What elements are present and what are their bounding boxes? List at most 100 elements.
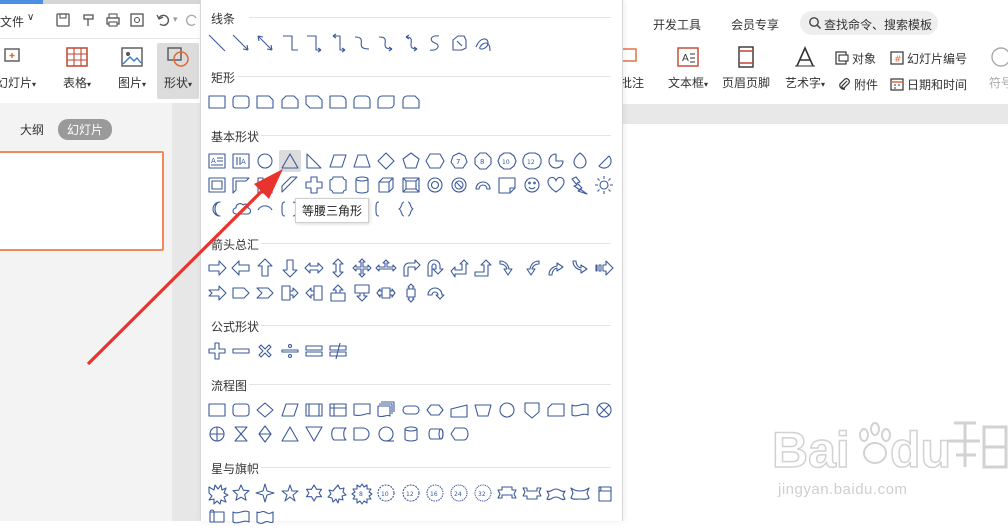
undo-dropdown-icon[interactable]: ▾	[173, 14, 178, 25]
shape-star6-icon[interactable]	[303, 482, 325, 504]
shape-star12-icon[interactable]: 12	[400, 482, 422, 504]
shape-extract-icon[interactable]	[279, 423, 301, 445]
shape-nosymbol-icon[interactable]	[448, 174, 470, 196]
shape-foldedcorner-icon[interactable]	[496, 174, 518, 196]
shape-pie-icon[interactable]	[545, 150, 567, 172]
shape-line-icon[interactable]	[206, 32, 228, 54]
shape-process-icon[interactable]	[206, 399, 228, 421]
chevron-down-icon[interactable]: ∨	[27, 12, 34, 23]
shape-snip1-icon[interactable]	[254, 91, 276, 113]
symbol-button[interactable]: 符号	[985, 46, 1008, 91]
slide-thumbnail[interactable]	[0, 151, 164, 251]
shape-curvedribbondown-icon[interactable]	[569, 482, 591, 504]
shape-round2-icon[interactable]	[351, 91, 373, 113]
shape-notequal-icon[interactable]	[327, 340, 349, 362]
shape-rcallout-icon[interactable]	[279, 282, 301, 304]
shape-frame-icon[interactable]	[206, 174, 228, 196]
shape-halfframe-icon[interactable]	[230, 174, 252, 196]
shape-plus-icon[interactable]	[206, 340, 228, 362]
shape-dblwave-icon[interactable]	[254, 506, 276, 528]
shape-star32-icon[interactable]: 32	[472, 482, 494, 504]
shape-preparation-icon[interactable]	[424, 399, 446, 421]
shape-hscroll-icon[interactable]	[206, 506, 228, 528]
shape-document-icon[interactable]	[351, 399, 373, 421]
shape-sun-icon[interactable]	[593, 174, 615, 196]
shape-bevel-icon[interactable]	[400, 174, 422, 196]
shape-bentup-icon[interactable]	[472, 257, 494, 279]
textbox-button[interactable]: A 文本框▾	[665, 46, 711, 91]
shape-elbowdbl-icon[interactable]	[327, 32, 349, 54]
shape-offpage-icon[interactable]	[521, 399, 543, 421]
shape-button[interactable]: 形状▾	[157, 43, 199, 99]
shape-scribble-icon[interactable]	[472, 32, 494, 54]
shape-star10-icon[interactable]: 10	[375, 482, 397, 504]
shape-sort-icon[interactable]	[254, 423, 276, 445]
file-menu[interactable]: 文件	[0, 13, 24, 30]
shape-scribbleshape-icon[interactable]	[448, 32, 470, 54]
shape-heart-icon[interactable]	[545, 174, 567, 196]
shape-udarrow-icon[interactable]	[327, 257, 349, 279]
shape-snip2-icon[interactable]	[279, 91, 301, 113]
shape-rrect-icon[interactable]	[230, 91, 252, 113]
shape-connector-icon[interactable]	[496, 399, 518, 421]
shape-quadarrow-icon[interactable]	[351, 257, 373, 279]
shape-ellipse-icon[interactable]	[254, 150, 276, 172]
save-icon[interactable]	[55, 12, 71, 28]
wordart-button[interactable]: 艺术字▾	[781, 46, 829, 91]
shape-elbow-icon[interactable]	[279, 32, 301, 54]
shape-seqaccess-icon[interactable]	[375, 423, 397, 445]
shape-freeform-icon[interactable]	[424, 32, 446, 54]
shape-ribbonup-icon[interactable]	[496, 482, 518, 504]
shape-heptagon-icon[interactable]: 7	[448, 150, 470, 172]
shape-lupturn-icon[interactable]	[448, 257, 470, 279]
shape-diamond-icon[interactable]	[375, 150, 397, 172]
shape-curvedr-icon[interactable]	[496, 257, 518, 279]
shape-cross-icon[interactable]	[303, 174, 325, 196]
print-preview-icon[interactable]	[129, 12, 145, 28]
shape-rightbrace-icon[interactable]	[400, 198, 422, 220]
shape-donut-icon[interactable]	[424, 174, 446, 196]
shape-directaccess-icon[interactable]	[424, 423, 446, 445]
shape-merge-icon[interactable]	[303, 423, 325, 445]
shape-multidoc-icon[interactable]	[375, 399, 397, 421]
shape-manualinput-icon[interactable]	[448, 399, 470, 421]
shape-pentarrow-icon[interactable]	[230, 282, 252, 304]
slide-number-button[interactable]: # 幻灯片编号	[890, 50, 967, 67]
shape-rtriangle-icon[interactable]	[303, 150, 325, 172]
shape-notched-icon[interactable]	[206, 282, 228, 304]
shape-multiply-icon[interactable]	[254, 340, 276, 362]
picture-button[interactable]: 图片▾	[114, 45, 150, 91]
shape-curvedbl-icon[interactable]	[400, 32, 422, 54]
shape-star7-icon[interactable]	[327, 482, 349, 504]
shape-curvearrow-icon[interactable]	[375, 32, 397, 54]
shape-rect-icon[interactable]	[206, 91, 228, 113]
shape-lrudarrow-icon[interactable]	[375, 257, 397, 279]
shape-leftbracket-icon[interactable]	[366, 198, 388, 220]
shape-uturn-icon[interactable]	[424, 257, 446, 279]
shape-chord-icon[interactable]	[593, 150, 615, 172]
shape-star16-icon[interactable]: 16	[424, 482, 446, 504]
shape-or-icon[interactable]	[206, 423, 228, 445]
shape-collate-icon[interactable]	[230, 423, 252, 445]
shape-chevron-icon[interactable]	[254, 282, 276, 304]
shape-blockarc-icon[interactable]	[472, 174, 494, 196]
shape-pentagon-icon[interactable]	[400, 150, 422, 172]
shape-summing-icon[interactable]	[593, 399, 615, 421]
shape-octagon-icon[interactable]: 8	[472, 150, 494, 172]
shape-diagstripe-icon[interactable]	[279, 174, 301, 196]
shape-moon-icon[interactable]	[206, 198, 228, 220]
shape-lshape-icon[interactable]	[254, 174, 276, 196]
shape-ucallout-icon[interactable]	[327, 282, 349, 304]
shape-can-icon[interactable]	[351, 174, 373, 196]
shape-decagon-icon[interactable]: 10	[496, 150, 518, 172]
format-painter-icon[interactable]	[81, 12, 97, 28]
shape-arrowline-icon[interactable]	[230, 32, 252, 54]
shape-cloud-icon[interactable]	[230, 198, 252, 220]
object-button[interactable]: 对象	[835, 50, 876, 67]
shape-round1-icon[interactable]	[327, 91, 349, 113]
shape-cube-icon[interactable]	[375, 174, 397, 196]
shape-storeddata-icon[interactable]	[327, 423, 349, 445]
shape-arc-icon[interactable]	[254, 198, 276, 220]
shape-manualop-icon[interactable]	[472, 399, 494, 421]
shape-star8-icon[interactable]: 8	[351, 482, 373, 505]
